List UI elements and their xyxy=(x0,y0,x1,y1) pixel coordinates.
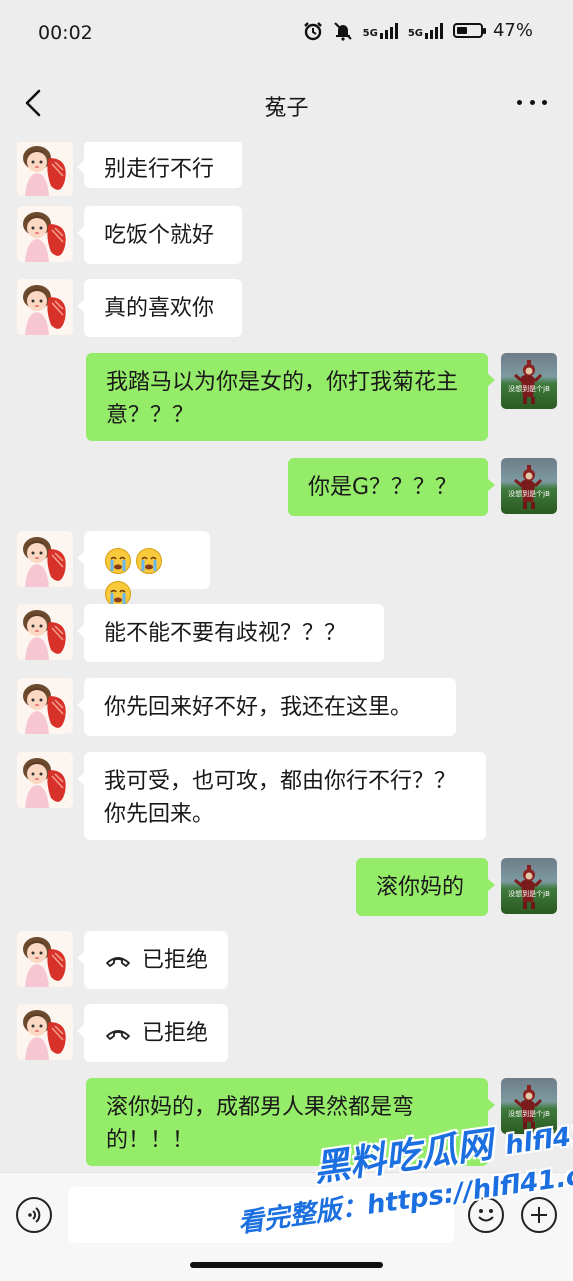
message-text: 你是G？？？？ xyxy=(308,475,458,500)
message-text: 能不能不要有歧视？？？ xyxy=(104,621,347,646)
incoming-message: 能不能不要有歧视？？？ xyxy=(0,604,573,662)
message-text: 吃饭个就好 xyxy=(104,223,215,248)
message-bubble[interactable] xyxy=(77,531,210,607)
declined-call-icon xyxy=(106,1030,130,1040)
message-list[interactable]: 别走行不行吃饭个就好真的喜欢你没想到是个jB 我踏马以为你是女的，你打我菊花主意？… xyxy=(0,142,573,1172)
crying-face-emoji xyxy=(105,548,131,574)
avatar-caption: 没想到是个jB xyxy=(508,490,550,498)
outgoing-message: 没想到是个jB 你是G？？？？ xyxy=(0,458,573,516)
chat-title: 菟子 xyxy=(264,96,309,121)
contact-avatar[interactable] xyxy=(17,604,73,660)
contact-avatar[interactable] xyxy=(17,279,73,335)
message-bubble[interactable]: 滚你妈的 xyxy=(356,858,495,916)
incoming-message: 真的喜欢你 xyxy=(0,279,573,337)
incoming-message: 已拒绝 xyxy=(0,931,573,989)
contact-avatar[interactable] xyxy=(17,206,73,262)
add-attachment-icon[interactable] xyxy=(521,1197,557,1233)
battery-icon xyxy=(452,23,486,38)
status-bar: 00:02 5G 5G 47% xyxy=(0,0,573,66)
message-text: 已拒绝 xyxy=(142,948,209,973)
message-text: 你先回来好不好，我还在这里。 xyxy=(104,695,413,720)
message-bubble[interactable]: 已拒绝 xyxy=(77,931,228,989)
message-bubble[interactable]: 我可受，也可攻，都由你行不行？？你先回来。 xyxy=(77,752,486,840)
message-text: 真的喜欢你 xyxy=(104,296,215,321)
message-text: 我可受，也可攻，都由你行不行？？你先回来。 xyxy=(104,769,457,827)
message-bubble[interactable]: 你先回来好不好，我还在这里。 xyxy=(77,678,456,736)
watermark-domain: hlfl41.com xyxy=(503,1109,573,1162)
more-options-icon[interactable] xyxy=(517,96,547,108)
message-text: 已拒绝 xyxy=(142,1021,209,1046)
contact-avatar[interactable] xyxy=(17,752,73,808)
my-avatar[interactable]: 没想到是个jB xyxy=(501,353,557,409)
declined-call-icon xyxy=(106,957,130,967)
incoming-message: 别走行不行 xyxy=(0,142,573,196)
incoming-message xyxy=(0,531,573,607)
contact-avatar[interactable] xyxy=(17,931,73,987)
contact-avatar[interactable] xyxy=(17,1004,73,1060)
signal-2-icon: 5G xyxy=(408,22,443,39)
my-avatar[interactable]: 没想到是个jB xyxy=(501,458,557,514)
contact-avatar[interactable] xyxy=(17,142,73,196)
avatar-caption: 没想到是个jB xyxy=(508,890,550,898)
message-bubble[interactable]: 能不能不要有歧视？？？ xyxy=(77,604,384,662)
chat-header: 菟子 xyxy=(0,66,573,142)
my-avatar[interactable]: 没想到是个jB xyxy=(501,858,557,914)
message-bubble[interactable]: 我踏马以为你是女的，你打我菊花主意？？？ xyxy=(86,353,495,441)
status-icons: 5G 5G 47% xyxy=(303,20,533,41)
message-bubble[interactable]: 别走行不行 xyxy=(77,142,242,188)
avatar-caption: 没想到是个jB xyxy=(508,385,550,393)
alarm-icon xyxy=(303,21,322,40)
incoming-message: 你先回来好不好，我还在这里。 xyxy=(0,678,573,736)
signal-1-icon: 5G xyxy=(363,22,398,39)
message-bubble[interactable]: 真的喜欢你 xyxy=(77,279,242,337)
status-time: 00:02 xyxy=(38,22,93,44)
incoming-message: 吃饭个就好 xyxy=(0,206,573,264)
message-text: 别走行不行 xyxy=(104,157,215,182)
voice-input-icon[interactable] xyxy=(16,1197,52,1233)
outgoing-message: 没想到是个jB 滚你妈的 xyxy=(0,858,573,916)
message-text: 我踏马以为你是女的，你打我菊花主意？？？ xyxy=(106,370,459,428)
incoming-message: 已拒绝 xyxy=(0,1004,573,1062)
message-bubble[interactable]: 已拒绝 xyxy=(77,1004,228,1062)
crying-face-emoji xyxy=(136,548,162,574)
outgoing-message: 没想到是个jB 我踏马以为你是女的，你打我菊花主意？？？ xyxy=(0,353,573,441)
message-bubble[interactable]: 你是G？？？？ xyxy=(288,458,495,516)
message-text: 滚你妈的 xyxy=(376,875,465,900)
incoming-message: 我可受，也可攻，都由你行不行？？你先回来。 xyxy=(0,752,573,840)
battery-percent: 47% xyxy=(492,20,533,41)
contact-avatar[interactable] xyxy=(17,678,73,734)
contact-avatar[interactable] xyxy=(17,531,73,587)
message-bubble[interactable]: 吃饭个就好 xyxy=(77,206,242,264)
home-indicator[interactable] xyxy=(190,1262,383,1268)
mute-bell-icon xyxy=(333,21,352,41)
